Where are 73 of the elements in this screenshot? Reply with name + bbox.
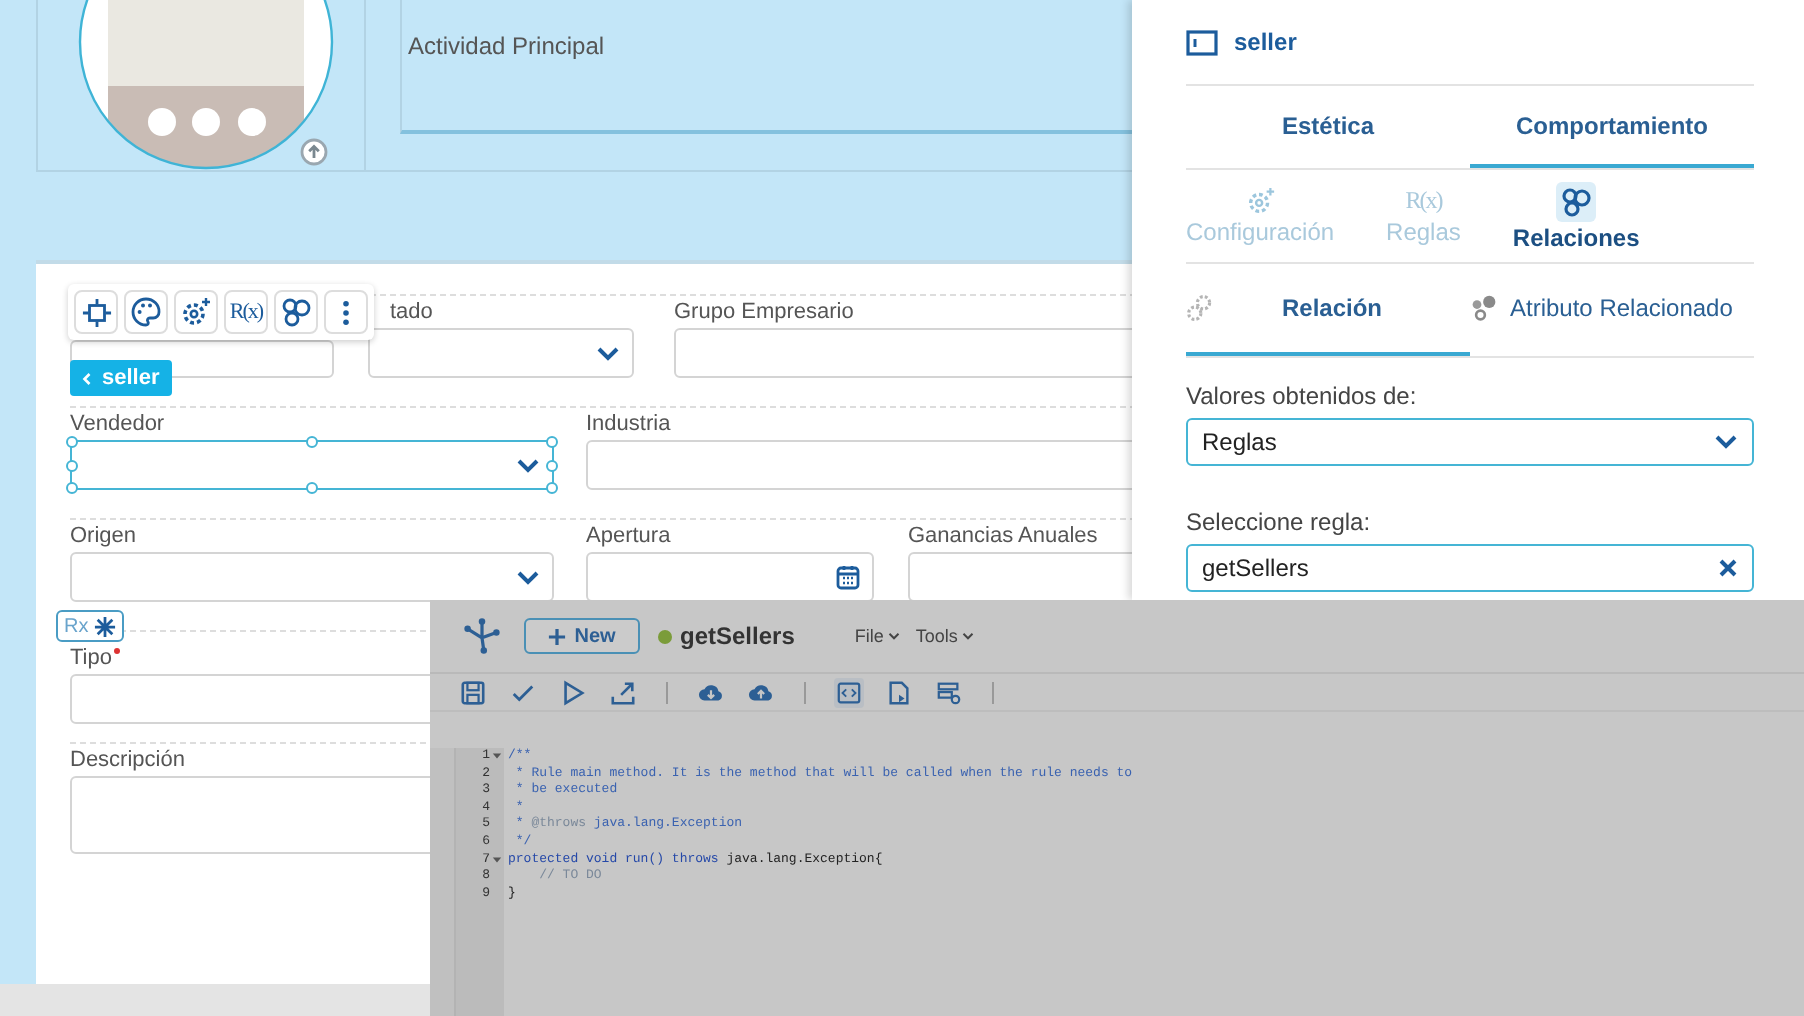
text-field-icon [1186, 29, 1218, 55]
move-button[interactable] [74, 290, 118, 334]
resize-handle[interactable] [306, 436, 318, 448]
export-button[interactable] [608, 677, 638, 707]
field-label: Tipo [70, 644, 112, 674]
circles-icon [1556, 181, 1597, 221]
rule-button[interactable]: R(x) [224, 290, 268, 334]
tab[interactable]: Estética [1186, 86, 1470, 168]
cloud-upload-icon [748, 679, 774, 705]
save-icon [460, 679, 486, 705]
database-icon [936, 679, 962, 705]
plus-icon [548, 627, 567, 645]
nodes-icon [1470, 294, 1498, 322]
export-icon [610, 679, 636, 705]
field-label: Actividad Principal [408, 32, 605, 60]
menu[interactable]: Tools [915, 626, 974, 646]
tab[interactable]: Atributo Relacionado [1470, 264, 1754, 356]
palette-button[interactable] [124, 290, 168, 334]
dropdown[interactable] [70, 440, 554, 490]
field-label: tado [390, 298, 433, 328]
save-button[interactable] [458, 677, 488, 707]
code-button[interactable] [834, 677, 864, 707]
fold-icon[interactable] [492, 855, 502, 864]
database-button[interactable] [934, 677, 964, 707]
gears-icon [1186, 294, 1214, 322]
move-icon [81, 297, 111, 327]
more-icon [342, 299, 350, 325]
field-label: Industria [586, 410, 671, 440]
chevron-down-icon [887, 632, 900, 640]
circles-button[interactable] [274, 290, 318, 334]
gear-icon [1245, 186, 1276, 216]
field-label: Vendedor [70, 410, 165, 440]
field-label: Origen [70, 522, 137, 552]
chevron-left-icon [82, 371, 92, 385]
network-logo-icon [462, 618, 502, 654]
new-button[interactable]: New [524, 618, 640, 654]
field-label: Ganancias Anuales [908, 522, 1098, 552]
more-button[interactable] [324, 290, 368, 334]
chevron-down-icon [1714, 434, 1738, 450]
chevron-down-icon [961, 632, 974, 640]
field-label: Grupo Empresario [674, 298, 854, 328]
chevron-down-icon [516, 457, 540, 473]
gear-icon [180, 296, 212, 328]
chevron-down-icon [516, 569, 540, 585]
palette-icon [130, 296, 162, 328]
asterisk-icon [94, 615, 117, 637]
document-icon [886, 679, 912, 705]
cloud-download-icon [698, 679, 724, 705]
play-icon [560, 679, 586, 705]
field-label: Descripción [70, 746, 185, 776]
upload-icon[interactable] [300, 138, 328, 166]
input-field[interactable]: getSellers [1186, 544, 1754, 592]
circles-icon [280, 296, 312, 328]
document-button[interactable] [884, 677, 914, 707]
field-label: Apertura [586, 522, 671, 552]
calendar-icon [836, 564, 860, 590]
dropdown[interactable]: Reglas [1186, 418, 1754, 466]
clear-icon[interactable] [1718, 558, 1738, 578]
tab[interactable]: Comportamiento [1470, 86, 1754, 168]
resize-handle[interactable] [306, 482, 318, 494]
panel-title: seller [1234, 28, 1297, 56]
chevron-down-icon [596, 345, 620, 361]
field-label: Seleccione regla: [1186, 508, 1373, 536]
status-dot-icon [658, 629, 672, 643]
fold-icon[interactable] [492, 752, 502, 761]
play-button[interactable] [558, 677, 588, 707]
field-label: Valores obtenidos de: [1186, 382, 1419, 410]
menu[interactable]: File [854, 626, 900, 646]
file-name: getSellers [680, 622, 795, 650]
tab[interactable]: Relaciones [1512, 170, 1640, 262]
code-icon [836, 679, 862, 705]
gear-button[interactable] [174, 290, 218, 334]
tab[interactable]: Relación [1186, 264, 1470, 356]
